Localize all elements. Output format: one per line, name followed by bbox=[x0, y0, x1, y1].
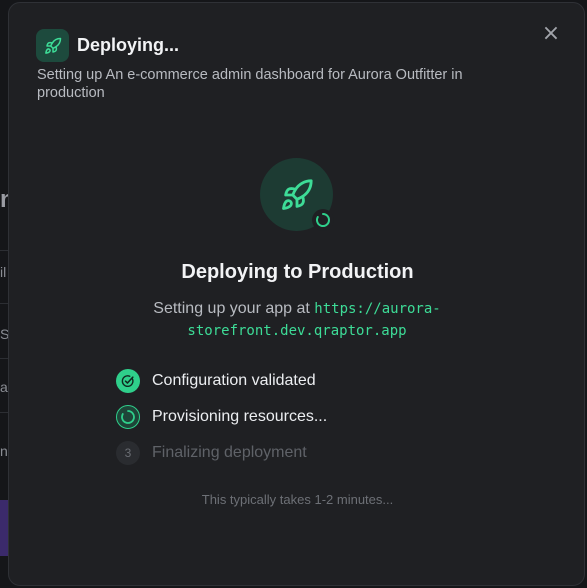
step-configuration: Configuration validated bbox=[116, 369, 316, 393]
step-label: Finalizing deployment bbox=[152, 444, 307, 461]
modal-title: Deploying... bbox=[77, 35, 180, 55]
rocket-icon bbox=[36, 29, 69, 62]
duration-note: This typically takes 1-2 minutes... bbox=[201, 492, 394, 507]
close-button[interactable]: × bbox=[541, 23, 561, 45]
description-text: Setting up your app at bbox=[153, 300, 315, 317]
rocket-icon bbox=[281, 178, 313, 210]
deploy-description: Setting up your app at https://aurora-st… bbox=[129, 298, 465, 342]
spinner-icon bbox=[116, 405, 140, 429]
spinner-icon bbox=[312, 209, 334, 231]
background-text: n bbox=[0, 443, 8, 459]
modal-subtitle: Setting up An e-commerce admin dashboard… bbox=[37, 67, 463, 101]
background-text: a bbox=[0, 379, 8, 395]
step-label: Provisioning resources... bbox=[152, 408, 328, 425]
step-provisioning: Provisioning resources... bbox=[116, 405, 327, 429]
step-label: Configuration validated bbox=[152, 372, 316, 389]
check-icon bbox=[116, 369, 140, 393]
deploy-heading: Deploying to Production bbox=[181, 261, 414, 283]
deploy-modal: × Deploying... Setting up An e-commerce … bbox=[8, 2, 585, 586]
step-number: 3 bbox=[116, 441, 140, 465]
step-finalizing: 3 Finalizing deployment bbox=[116, 441, 307, 465]
close-icon: × bbox=[541, 21, 561, 46]
background-text: il bbox=[0, 264, 7, 280]
